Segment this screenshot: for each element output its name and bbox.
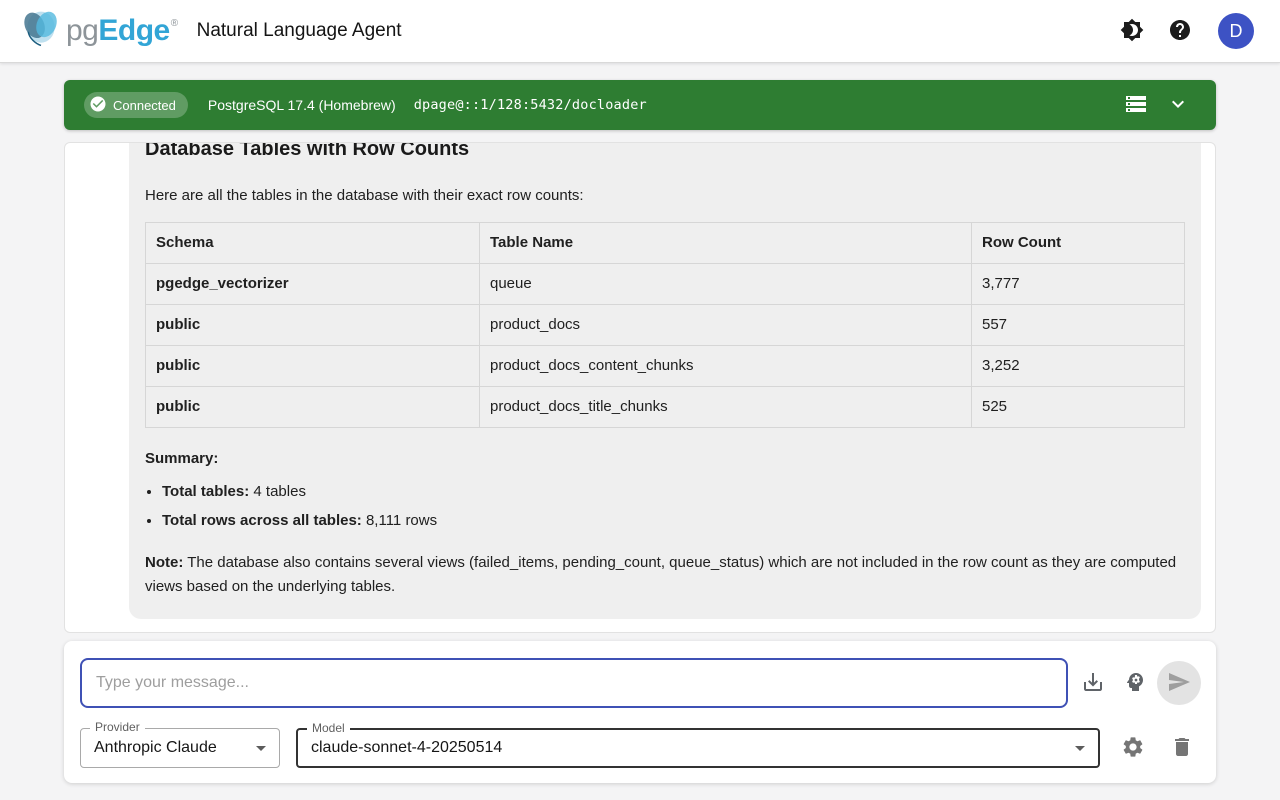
assistant-message: Database Tables with Row Counts Here are…: [129, 142, 1201, 619]
download-chat-button[interactable]: [1073, 663, 1113, 703]
status-label: Connected: [113, 98, 176, 113]
note-label: Note:: [145, 554, 183, 571]
note-text: The database also contains several views…: [145, 554, 1176, 595]
chat-message-area: Database Tables with Row Counts Here are…: [64, 142, 1216, 633]
clear-chat-button[interactable]: [1162, 728, 1202, 768]
provider-select[interactable]: Provider Anthropic Claude: [80, 728, 280, 768]
connection-string: dpage@::1/128:5432/docloader: [414, 97, 647, 113]
cell-table-name: product_docs: [480, 305, 972, 346]
app-header: pgEdge® Natural Language Agent D: [0, 0, 1280, 63]
summary-list-item: Total rows across all tables: 8,111 rows: [162, 511, 1185, 531]
pgedge-logo-icon: [18, 8, 64, 55]
cell-schema: public: [146, 387, 480, 428]
message-intro: Here are all the tables in the database …: [145, 186, 1185, 206]
ai-psychology-icon: [1123, 670, 1147, 697]
status-badge: Connected: [84, 92, 188, 118]
cell-row-count: 525: [972, 387, 1185, 428]
server-version-label: PostgreSQL 17.4 (Homebrew): [208, 97, 396, 113]
help-icon: [1168, 18, 1192, 45]
column-header-table-name: Table Name: [480, 223, 972, 264]
header-actions: D: [1112, 11, 1254, 51]
pgedge-logo: pgEdge®: [18, 8, 178, 55]
provider-select-value: Anthropic Claude: [94, 739, 217, 757]
cell-schema: public: [146, 346, 480, 387]
ai-thinking-button[interactable]: [1115, 663, 1155, 703]
message-input[interactable]: [80, 658, 1068, 708]
summary-heading: Summary:: [145, 449, 1185, 469]
table-row: public product_docs 557: [146, 305, 1185, 346]
cell-row-count: 3,777: [972, 264, 1185, 305]
user-avatar[interactable]: D: [1218, 13, 1254, 49]
cell-schema: public: [146, 305, 480, 346]
check-circle-icon: [89, 95, 107, 116]
server-list-icon: [1124, 92, 1148, 119]
dropdown-arrow-icon: [249, 736, 273, 760]
model-select[interactable]: Model claude-sonnet-4-20250514: [296, 728, 1100, 768]
provider-select-label: Provider: [90, 720, 145, 734]
message-heading: Database Tables with Row Counts: [145, 142, 1185, 161]
column-header-row-count: Row Count: [972, 223, 1185, 264]
message-note: Note: The database also contains several…: [145, 551, 1185, 599]
cell-table-name: product_docs_title_chunks: [480, 387, 972, 428]
tables-row-count-table: Schema Table Name Row Count pgedge_vecto…: [145, 222, 1185, 428]
cell-row-count: 3,252: [972, 346, 1185, 387]
model-select-label: Model: [307, 721, 350, 735]
dropdown-arrow-icon: [1068, 736, 1092, 760]
chevron-down-icon: [1166, 92, 1190, 119]
summary-list: Total tables: 4 tables Total rows across…: [145, 482, 1185, 531]
connection-bar: Connected PostgreSQL 17.4 (Homebrew) dpa…: [64, 80, 1216, 130]
table-row: pgedge_vectorizer queue 3,777: [146, 264, 1185, 305]
logo-registered-mark: ®: [171, 18, 178, 29]
download-icon: [1081, 670, 1105, 697]
cell-schema: pgedge_vectorizer: [146, 264, 480, 305]
table-header-row: Schema Table Name Row Count: [146, 223, 1185, 264]
dark-mode-toggle[interactable]: [1112, 11, 1152, 51]
cell-table-name: product_docs_content_chunks: [480, 346, 972, 387]
logo-text-edge: Edge: [98, 14, 169, 47]
composer-panel: Provider Anthropic Claude Model claude-s…: [64, 641, 1216, 783]
table-row: public product_docs_content_chunks 3,252: [146, 346, 1185, 387]
delete-icon: [1170, 735, 1194, 762]
server-list-button[interactable]: [1118, 87, 1154, 123]
send-button[interactable]: [1157, 661, 1201, 705]
summary-list-item: Total tables: 4 tables: [162, 482, 1185, 502]
dark-mode-icon: [1120, 18, 1144, 45]
model-select-value: claude-sonnet-4-20250514: [311, 739, 502, 757]
page-title: Natural Language Agent: [197, 20, 402, 42]
table-row: public product_docs_title_chunks 525: [146, 387, 1185, 428]
settings-button[interactable]: [1113, 728, 1153, 768]
cell-table-name: queue: [480, 264, 972, 305]
logo-text-pg: pg: [66, 14, 98, 47]
cell-row-count: 557: [972, 305, 1185, 346]
send-icon: [1167, 670, 1191, 697]
column-header-schema: Schema: [146, 223, 480, 264]
collapse-connection-button[interactable]: [1160, 87, 1196, 123]
help-button[interactable]: [1160, 11, 1200, 51]
settings-icon: [1121, 735, 1145, 762]
